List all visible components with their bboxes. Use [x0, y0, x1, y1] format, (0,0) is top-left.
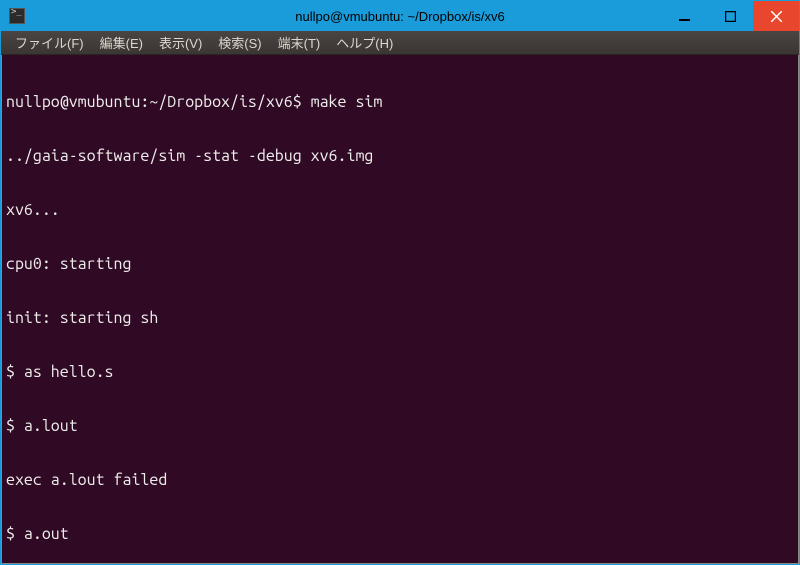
menu-search[interactable]: 検索(S)	[210, 31, 269, 54]
close-icon	[771, 11, 782, 22]
terminal-viewport[interactable]: nullpo@vmubuntu:~/Dropbox/is/xv6$ make s…	[1, 55, 799, 564]
terminal-line: xv6...	[6, 201, 794, 219]
maximize-icon	[725, 11, 736, 22]
terminal-line: cpu0: starting	[6, 255, 794, 273]
menu-view[interactable]: 表示(V)	[151, 31, 210, 54]
maximize-button[interactable]	[707, 1, 753, 31]
terminal-window: nullpo@vmubuntu: ~/Dropbox/is/xv6 ファイル(	[0, 0, 800, 565]
close-button[interactable]	[753, 1, 799, 31]
menu-edit[interactable]: 編集(E)	[92, 31, 151, 54]
terminal-line: nullpo@vmubuntu:~/Dropbox/is/xv6$ make s…	[6, 93, 794, 111]
titlebar[interactable]: nullpo@vmubuntu: ~/Dropbox/is/xv6	[1, 1, 799, 31]
minimize-icon	[679, 11, 690, 22]
terminal-line: ../gaia-software/sim -stat -debug xv6.im…	[6, 147, 794, 165]
menu-help[interactable]: ヘルプ(H)	[328, 31, 401, 54]
terminal-line: $ a.out	[6, 525, 794, 543]
menubar: ファイル(F) 編集(E) 表示(V) 検索(S) 端末(T) ヘルプ(H)	[1, 31, 799, 55]
menu-file[interactable]: ファイル(F)	[7, 31, 92, 54]
terminal-app-icon	[9, 8, 25, 24]
terminal-line: exec a.lout failed	[6, 471, 794, 489]
window-title: nullpo@vmubuntu: ~/Dropbox/is/xv6	[295, 9, 504, 24]
minimize-button[interactable]	[661, 1, 707, 31]
terminal-line: init: starting sh	[6, 309, 794, 327]
window-controls	[661, 1, 799, 31]
menu-terminal[interactable]: 端末(T)	[270, 31, 329, 54]
terminal-line: $ a.lout	[6, 417, 794, 435]
terminal-line: $ as hello.s	[6, 363, 794, 381]
